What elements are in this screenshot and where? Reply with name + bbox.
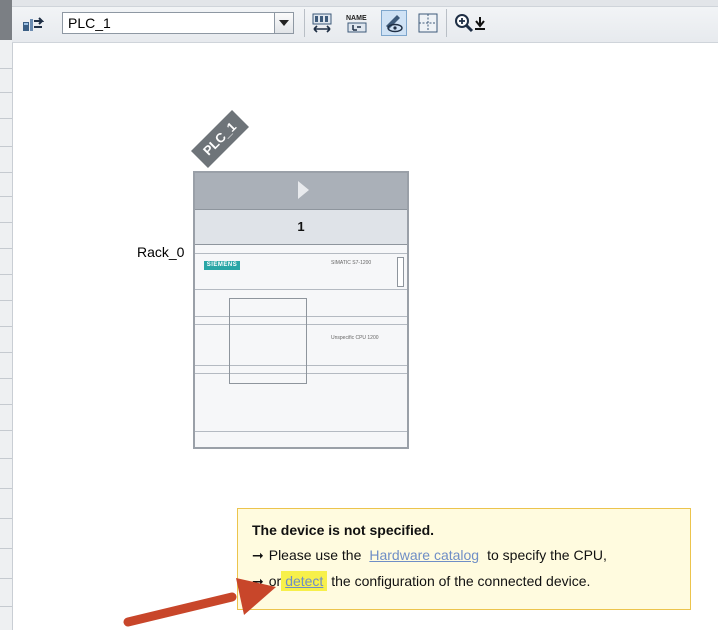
strip-divider [0,458,12,459]
strip-divider [0,488,12,489]
network-device-icon [23,17,44,31]
strip-divider [0,222,12,223]
hardware-catalog-link[interactable]: Hardware catalog [369,547,479,563]
device-select-value: PLC_1 [68,15,111,31]
arrow-right-icon: ➞ [252,547,264,563]
strip-divider [0,378,12,379]
strip-divider [0,300,12,301]
rack-header[interactable] [195,173,407,209]
notice-line2-prefix: or [268,573,282,589]
show-io-button[interactable] [309,10,335,36]
device-select-dropdown[interactable]: PLC_1 [62,12,294,34]
strip-divider [0,326,12,327]
left-scroll-strip[interactable] [0,0,13,630]
notice-line2-suffix: the configuration of the connected devic… [331,573,591,589]
device-view-toolbar: PLC_1 NAME [12,0,718,43]
show-names-button[interactable]: NAME [344,10,370,36]
slot-number-row[interactable]: 1 [195,209,407,245]
strip-divider [0,430,12,431]
cpu-description-label: Unspecific CPU 1200 [331,335,379,341]
left-strip-header [0,0,12,40]
strip-divider [0,92,12,93]
cpu-line [195,431,407,432]
notice-title: The device is not specified. [252,522,435,538]
strip-divider [0,352,12,353]
rack-label: Rack_0 [137,244,185,260]
strip-divider [0,172,12,173]
strip-divider [0,518,12,519]
strip-divider [0,548,12,549]
toolbar-separator [304,9,305,37]
notice-line-1: ➞ Please use the Hardware catalog to specif… [252,547,607,564]
edit-eye-icon [386,15,403,33]
strip-divider [0,118,12,119]
cpu-line [195,253,407,254]
notice-line-2: ➞ or detect the configuration of the conne… [252,571,591,591]
cpu-connector [397,257,404,287]
grid-icon [418,13,438,33]
grid-view-button[interactable] [415,10,441,36]
cpu-model-label: SIMATIC S7-1200 [331,260,372,266]
zoom-in-icon [455,14,474,33]
strip-divider [0,578,12,579]
strip-divider [0,248,12,249]
expand-arrow-icon[interactable] [298,181,309,199]
arrow-down-icon [475,17,485,30]
name-label-icon: NAME [346,15,367,33]
strip-divider [0,146,12,147]
detect-link[interactable]: detect [285,573,323,589]
cpu-line [195,289,407,290]
strip-divider [0,274,12,275]
chevron-down-icon[interactable] [274,13,293,33]
strip-divider [0,196,12,197]
plc-name-tag[interactable]: PLC_1 [191,110,249,168]
arrow-right-icon: ➞ [252,573,264,589]
zoom-dropdown-button[interactable] [473,10,487,36]
module-arrows-icon [312,13,332,33]
siemens-logo: SIEMENS [204,261,240,270]
strip-divider [0,404,12,405]
network-connect-button[interactable] [20,10,46,36]
toolbar-separator [446,9,447,37]
notice-line1-prefix: Please use the [268,547,362,563]
toolbar-top-border [12,0,718,7]
cpu-body-box[interactable] [229,298,307,384]
rack-device[interactable]: 1 SIEMENS SIMATIC S7-1200 Unspecific CPU… [193,171,409,449]
strip-divider [0,606,12,607]
strip-divider [0,68,12,69]
device-view-toggle-button[interactable] [381,10,407,36]
notice-line1-suffix: to specify the CPU, [487,547,607,563]
device-not-specified-notice: The device is not specified. ➞ Please use… [237,508,691,610]
svg-text:NAME: NAME [346,15,367,22]
